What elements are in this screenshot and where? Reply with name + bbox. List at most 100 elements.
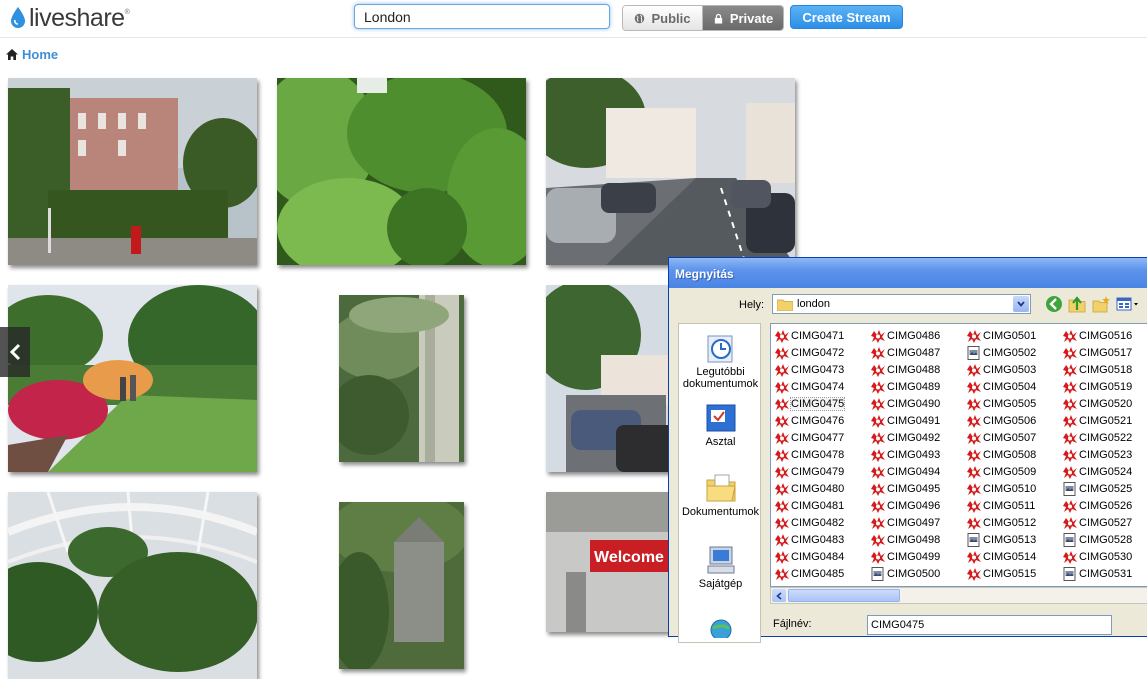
file-item[interactable]: CIMG0527 xyxy=(1062,514,1147,531)
photo-green-trees[interactable] xyxy=(277,78,526,265)
file-item[interactable]: CIMG0496 xyxy=(870,497,966,514)
scroll-left-button[interactable] xyxy=(772,589,786,602)
file-item[interactable]: CIMG0480 xyxy=(774,480,870,497)
file-item[interactable]: CIMG0509 xyxy=(966,463,1062,480)
file-item[interactable]: CIMG0483 xyxy=(774,531,870,548)
file-item[interactable]: CIMG0478 xyxy=(774,446,870,463)
file-item[interactable]: CIMG0484 xyxy=(774,548,870,565)
photo-glasshouse[interactable] xyxy=(8,492,257,679)
file-item[interactable]: CIMG0492 xyxy=(870,429,966,446)
file-item[interactable]: CIMG0531 xyxy=(1062,565,1147,582)
file-item[interactable]: CIMG0502 xyxy=(966,344,1062,361)
photo-park-flowers[interactable] xyxy=(8,285,257,472)
file-item[interactable]: CIMG0497 xyxy=(870,514,966,531)
file-name: CIMG0496 xyxy=(887,499,941,512)
liveshare-logo[interactable]: liveshare ® xyxy=(9,4,130,32)
file-item[interactable]: CIMG0501 xyxy=(966,327,1062,344)
photo-welcome-sign[interactable]: Welcome t xyxy=(546,492,671,632)
file-name: CIMG0528 xyxy=(1079,533,1133,546)
previous-arrow-button[interactable] xyxy=(0,327,30,377)
file-item[interactable]: CIMG0513 xyxy=(966,531,1062,548)
file-item[interactable]: CIMG0488 xyxy=(870,361,966,378)
scrollbar-thumb[interactable] xyxy=(788,589,900,602)
horizontal-scrollbar[interactable] xyxy=(770,587,1147,604)
file-item[interactable]: CIMG0479 xyxy=(774,463,870,480)
raw-image-icon xyxy=(967,380,981,394)
file-item[interactable]: CIMG0473 xyxy=(774,361,870,378)
file-item[interactable]: CIMG0506 xyxy=(966,412,1062,429)
file-item[interactable]: CIMG0490 xyxy=(870,395,966,412)
file-item[interactable]: CIMG0507 xyxy=(966,429,1062,446)
create-stream-button[interactable]: Create Stream xyxy=(790,5,903,29)
jpeg-image-icon xyxy=(871,566,884,581)
new-folder-icon[interactable] xyxy=(1092,295,1110,313)
file-item[interactable]: CIMG0487 xyxy=(870,344,966,361)
location-dropdown[interactable]: london xyxy=(772,294,1031,314)
dropdown-arrow[interactable] xyxy=(1013,296,1029,312)
file-item[interactable]: CIMG0514 xyxy=(966,548,1062,565)
file-item[interactable]: CIMG0489 xyxy=(870,378,966,395)
file-item[interactable]: CIMG0519 xyxy=(1062,378,1147,395)
file-item[interactable]: CIMG0526 xyxy=(1062,497,1147,514)
place-network[interactable] xyxy=(679,614,762,638)
file-item[interactable]: CIMG0499 xyxy=(870,548,966,565)
file-list[interactable]: CIMG0471 CIMG0486 CIMG0501 CIMG0516 CIMG0472… xyxy=(770,323,1147,587)
file-item[interactable]: CIMG0521 xyxy=(1062,412,1147,429)
file-item[interactable]: CIMG0475 xyxy=(774,395,870,412)
home-link[interactable]: Home xyxy=(22,47,58,62)
file-item[interactable]: CIMG0493 xyxy=(870,446,966,463)
file-item[interactable]: CIMG0471 xyxy=(774,327,870,344)
photo-tree-fern[interactable] xyxy=(339,295,464,462)
file-item[interactable]: CIMG0472 xyxy=(774,344,870,361)
file-item[interactable]: CIMG0495 xyxy=(870,480,966,497)
file-item[interactable]: CIMG0486 xyxy=(870,327,966,344)
place-my-computer[interactable]: Sajátgép xyxy=(679,544,762,590)
photo-street-hedge[interactable] xyxy=(8,78,257,265)
file-item[interactable]: CIMG0528 xyxy=(1062,531,1147,548)
file-item[interactable]: CIMG0512 xyxy=(966,514,1062,531)
file-item[interactable]: CIMG0498 xyxy=(870,531,966,548)
place-desktop[interactable]: Asztal xyxy=(679,402,762,448)
raw-image-icon xyxy=(775,397,789,411)
filename-input[interactable] xyxy=(867,615,1112,635)
search-input[interactable] xyxy=(354,4,610,29)
up-folder-icon[interactable] xyxy=(1068,295,1086,313)
file-item[interactable]: CIMG0491 xyxy=(870,412,966,429)
file-item[interactable]: CIMG0505 xyxy=(966,395,1062,412)
file-item[interactable]: CIMG0520 xyxy=(1062,395,1147,412)
file-item[interactable]: CIMG0481 xyxy=(774,497,870,514)
file-item[interactable]: CIMG0522 xyxy=(1062,429,1147,446)
photo-church-trees[interactable] xyxy=(339,502,464,669)
file-item[interactable]: CIMG0524 xyxy=(1062,463,1147,480)
view-menu-icon[interactable] xyxy=(1116,295,1140,313)
file-item[interactable]: CIMG0510 xyxy=(966,480,1062,497)
file-item[interactable]: CIMG0516 xyxy=(1062,327,1147,344)
file-item[interactable]: CIMG0508 xyxy=(966,446,1062,463)
photo-parked-cars-street[interactable] xyxy=(546,78,795,265)
file-item[interactable]: CIMG0518 xyxy=(1062,361,1147,378)
file-item[interactable]: CIMG0500 xyxy=(870,565,966,582)
file-item[interactable]: CIMG0504 xyxy=(966,378,1062,395)
file-item[interactable]: CIMG0530 xyxy=(1062,548,1147,565)
back-icon[interactable] xyxy=(1045,295,1063,313)
public-button[interactable]: Public xyxy=(623,6,703,30)
network-places-icon xyxy=(710,619,731,638)
place-documents[interactable]: Dokumentumok xyxy=(679,472,762,518)
jpeg-image-icon xyxy=(1063,566,1076,581)
file-item[interactable]: CIMG0477 xyxy=(774,429,870,446)
file-item[interactable]: CIMG0517 xyxy=(1062,344,1147,361)
file-item[interactable]: CIMG0525 xyxy=(1062,480,1147,497)
raw-image-icon xyxy=(967,567,981,581)
file-item[interactable]: CIMG0523 xyxy=(1062,446,1147,463)
folder-icon xyxy=(777,299,793,311)
file-item[interactable]: CIMG0482 xyxy=(774,514,870,531)
file-item[interactable]: CIMG0494 xyxy=(870,463,966,480)
file-item[interactable]: CIMG0485 xyxy=(774,565,870,582)
file-item[interactable]: CIMG0511 xyxy=(966,497,1062,514)
file-item[interactable]: CIMG0515 xyxy=(966,565,1062,582)
file-item[interactable]: CIMG0474 xyxy=(774,378,870,395)
private-button[interactable]: Private xyxy=(703,6,783,30)
file-item[interactable]: CIMG0476 xyxy=(774,412,870,429)
place-recent-documents[interactable]: Legutóbbi dokumentumok xyxy=(679,332,762,390)
file-item[interactable]: CIMG0503 xyxy=(966,361,1062,378)
